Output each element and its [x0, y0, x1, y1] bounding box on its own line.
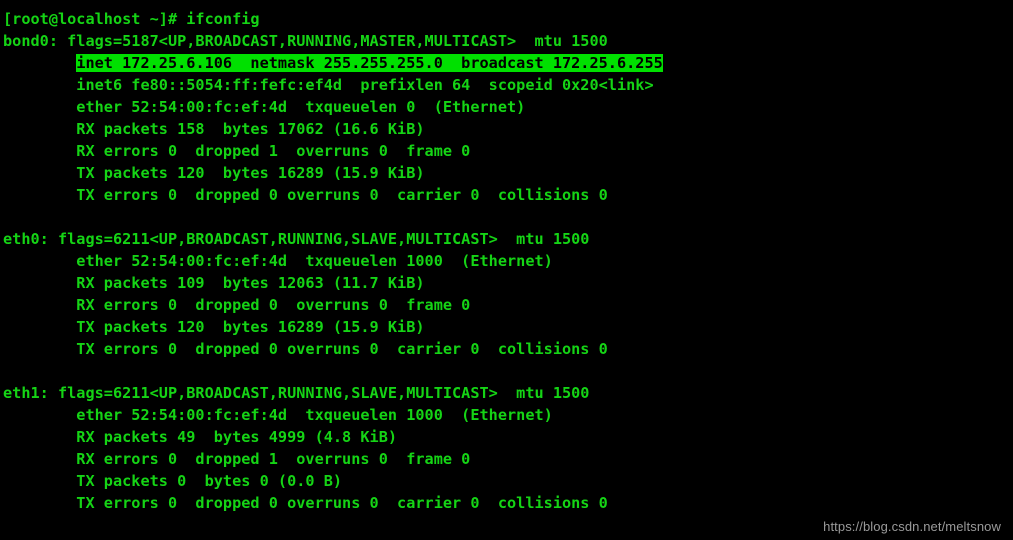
terminal-line: TX errors 0 dropped 0 overruns 0 carrier… [3, 340, 608, 358]
terminal-line: TX packets 120 bytes 16289 (15.9 KiB) [3, 318, 425, 336]
terminal-line: eth0: flags=6211<UP,BROADCAST,RUNNING,SL… [3, 230, 590, 248]
terminal-line: RX errors 0 dropped 0 overruns 0 frame 0 [3, 296, 471, 314]
watermark-text: https://blog.csdn.net/meltsnow [823, 519, 1001, 534]
terminal-window[interactable]: [root@localhost ~]# ifconfig bond0: flags… [0, 0, 1013, 540]
terminal-line: RX packets 158 bytes 17062 (16.6 KiB) [3, 120, 425, 138]
terminal-line: RX packets 49 bytes 4999 (4.8 KiB) [3, 428, 398, 446]
terminal-line: RX errors 0 dropped 1 overruns 0 frame 0 [3, 450, 471, 468]
terminal-line: [root@localhost ~]# ifconfig [3, 10, 260, 28]
terminal-line: TX packets 0 bytes 0 (0.0 B) [3, 472, 343, 490]
terminal-line: bond0: flags=5187<UP,BROADCAST,RUNNING,M… [3, 32, 608, 50]
highlighted-inet-line: inet 172.25.6.106 netmask 255.255.255.0 … [76, 54, 663, 72]
terminal-line: inet6 fe80::5054:ff:fefc:ef4d prefixlen … [3, 76, 654, 94]
terminal-line: eth1: flags=6211<UP,BROADCAST,RUNNING,SL… [3, 384, 590, 402]
terminal-line: ether 52:54:00:fc:ef:4d txqueuelen 1000 … [3, 406, 553, 424]
terminal-line: ether 52:54:00:fc:ef:4d txqueuelen 0 (Et… [3, 98, 526, 116]
terminal-line: TX errors 0 dropped 0 overruns 0 carrier… [3, 186, 608, 204]
terminal-output[interactable]: [root@localhost ~]# ifconfig bond0: flags… [3, 8, 1013, 540]
terminal-line: inet 172.25.6.106 netmask 255.255.255.0 … [3, 52, 1013, 74]
terminal-line: TX errors 0 dropped 0 overruns 0 carrier… [3, 494, 608, 512]
terminal-line: ether 52:54:00:fc:ef:4d txqueuelen 1000 … [3, 252, 553, 270]
terminal-line: RX packets 109 bytes 12063 (11.7 KiB) [3, 274, 425, 292]
terminal-line: TX packets 120 bytes 16289 (15.9 KiB) [3, 164, 425, 182]
terminal-line: RX errors 0 dropped 1 overruns 0 frame 0 [3, 142, 471, 160]
